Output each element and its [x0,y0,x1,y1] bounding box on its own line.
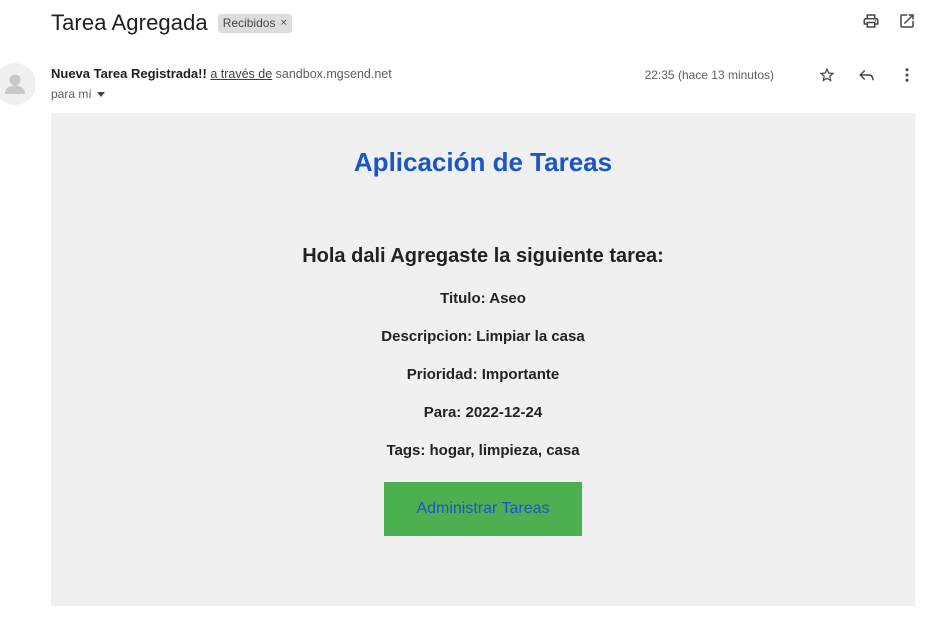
label-chip-inbox[interactable]: Recibidos × [217,13,292,33]
email-subject: Tarea Agregada [51,10,208,35]
remove-label-button[interactable]: × [280,17,286,29]
more-vertical-icon[interactable] [898,66,916,84]
task-date: Para: 2022-12-24 [423,404,543,421]
manage-tasks-button[interactable]: Administrar Tareas [384,482,582,536]
message-meta: 22:35 (hace 13 minutos) [645,66,916,84]
top-actions [862,12,916,30]
recipient-details-toggle[interactable]: para mí [51,87,105,101]
print-icon[interactable] [862,12,880,30]
task-priority: Prioridad: Importante [406,366,560,383]
sender-avatar[interactable] [0,63,35,105]
timestamp: 22:35 (hace 13 minutos) [644,68,774,82]
via-link[interactable]: a través de [210,67,272,81]
email-body: Aplicación de Tareas Hola dali Agregaste… [51,113,915,606]
task-title: Titulo: Aseo [440,290,526,307]
label-chip-text: Recibidos [222,16,276,30]
star-icon[interactable] [818,66,836,84]
subject-row: Tarea Agregada Recibidos × [51,8,292,38]
via-domain: sandbox.mgsend.net [275,67,392,81]
sender-line: Nueva Tarea Registrada!! a través de san… [51,66,392,81]
app-title: Aplicación de Tareas [353,147,613,177]
to-text: para mí [51,87,92,101]
chevron-down-icon [96,92,105,97]
default-avatar-icon [0,63,35,105]
greeting: Hola dali Agregaste la siguiente tarea: [302,245,664,267]
task-tags: Tags: hogar, limpieza, casa [386,442,580,459]
reply-icon[interactable] [858,66,876,84]
sender-name[interactable]: Nueva Tarea Registrada!! [51,66,207,81]
open-in-new-window-icon[interactable] [898,12,916,30]
task-description: Descripcion: Limpiar la casa [381,328,585,345]
